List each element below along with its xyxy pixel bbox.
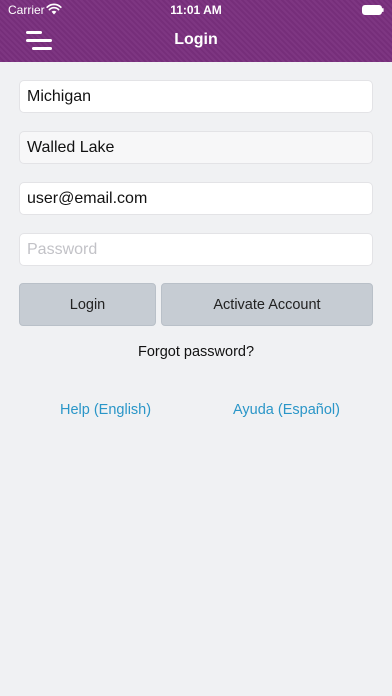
help-english-link[interactable]: Help (English) xyxy=(60,402,151,418)
activate-account-button[interactable]: Activate Account xyxy=(161,283,373,326)
nav-bar: Login xyxy=(0,20,392,62)
page-title: Login xyxy=(174,31,218,48)
email-field[interactable] xyxy=(19,182,373,215)
battery-icon xyxy=(362,5,384,15)
status-bar: Carrier 11:01 AM xyxy=(0,0,392,20)
state-field[interactable] xyxy=(19,80,373,113)
password-field[interactable] xyxy=(19,233,373,266)
login-screen: Carrier 11:01 AM Login Login Activate xyxy=(0,0,392,696)
city-field[interactable] xyxy=(19,131,373,164)
forgot-password-link[interactable]: Forgot password? xyxy=(0,344,392,360)
status-time: 11:01 AM xyxy=(170,3,222,17)
login-button[interactable]: Login xyxy=(19,283,156,326)
app-header: Carrier 11:01 AM Login xyxy=(0,0,392,62)
help-spanish-link[interactable]: Ayuda (Español) xyxy=(233,402,340,418)
